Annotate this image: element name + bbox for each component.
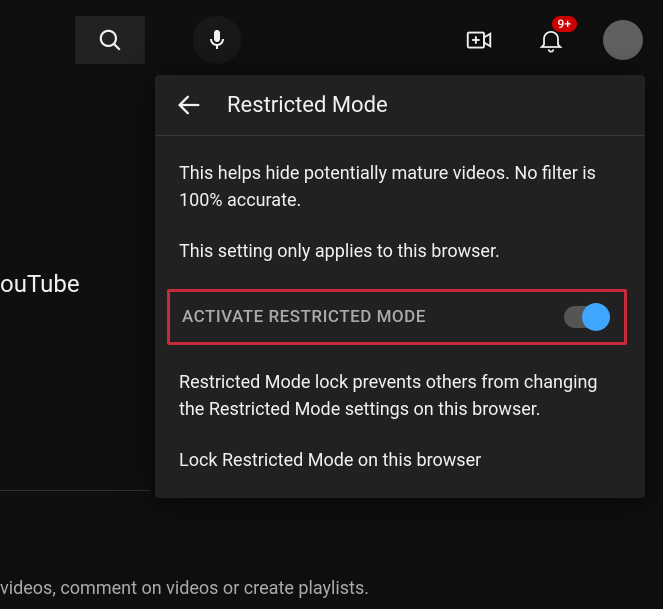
- activate-restricted-mode-row[interactable]: ACTIVATE RESTRICTED MODE: [167, 289, 627, 345]
- top-bar: 9+: [0, 0, 663, 80]
- panel-body: This helps hide potentially mature video…: [155, 136, 645, 474]
- restricted-mode-toggle[interactable]: [564, 306, 608, 328]
- create-video-icon: [464, 25, 494, 55]
- create-button[interactable]: [459, 20, 499, 60]
- notifications-button[interactable]: 9+: [531, 20, 571, 60]
- top-right-controls: 9+: [459, 20, 643, 60]
- info-text-3: Restricted Mode lock prevents others fro…: [179, 369, 621, 423]
- search-icon: [97, 27, 123, 53]
- back-button[interactable]: [175, 91, 203, 119]
- info-text-1: This helps hide potentially mature video…: [179, 160, 621, 214]
- bottom-text-partial: videos, comment on videos or create play…: [0, 578, 369, 599]
- sidebar-brand-partial: ouTube: [0, 270, 80, 298]
- voice-search-button[interactable]: [193, 16, 241, 64]
- search-button[interactable]: [75, 16, 145, 64]
- info-text-2: This setting only applies to this browse…: [179, 238, 621, 265]
- restricted-mode-panel: Restricted Mode This helps hide potentia…: [155, 75, 645, 498]
- arrow-left-icon: [175, 91, 203, 119]
- toggle-knob: [582, 303, 610, 331]
- microphone-icon: [205, 28, 229, 52]
- panel-title: Restricted Mode: [227, 93, 388, 118]
- panel-header: Restricted Mode: [155, 75, 645, 135]
- sidebar-divider: [0, 490, 150, 491]
- notification-badge: 9+: [552, 16, 577, 32]
- toggle-label: ACTIVATE RESTRICTED MODE: [182, 307, 426, 327]
- avatar[interactable]: [603, 20, 643, 60]
- lock-restricted-mode-link[interactable]: Lock Restricted Mode on this browser: [179, 447, 621, 474]
